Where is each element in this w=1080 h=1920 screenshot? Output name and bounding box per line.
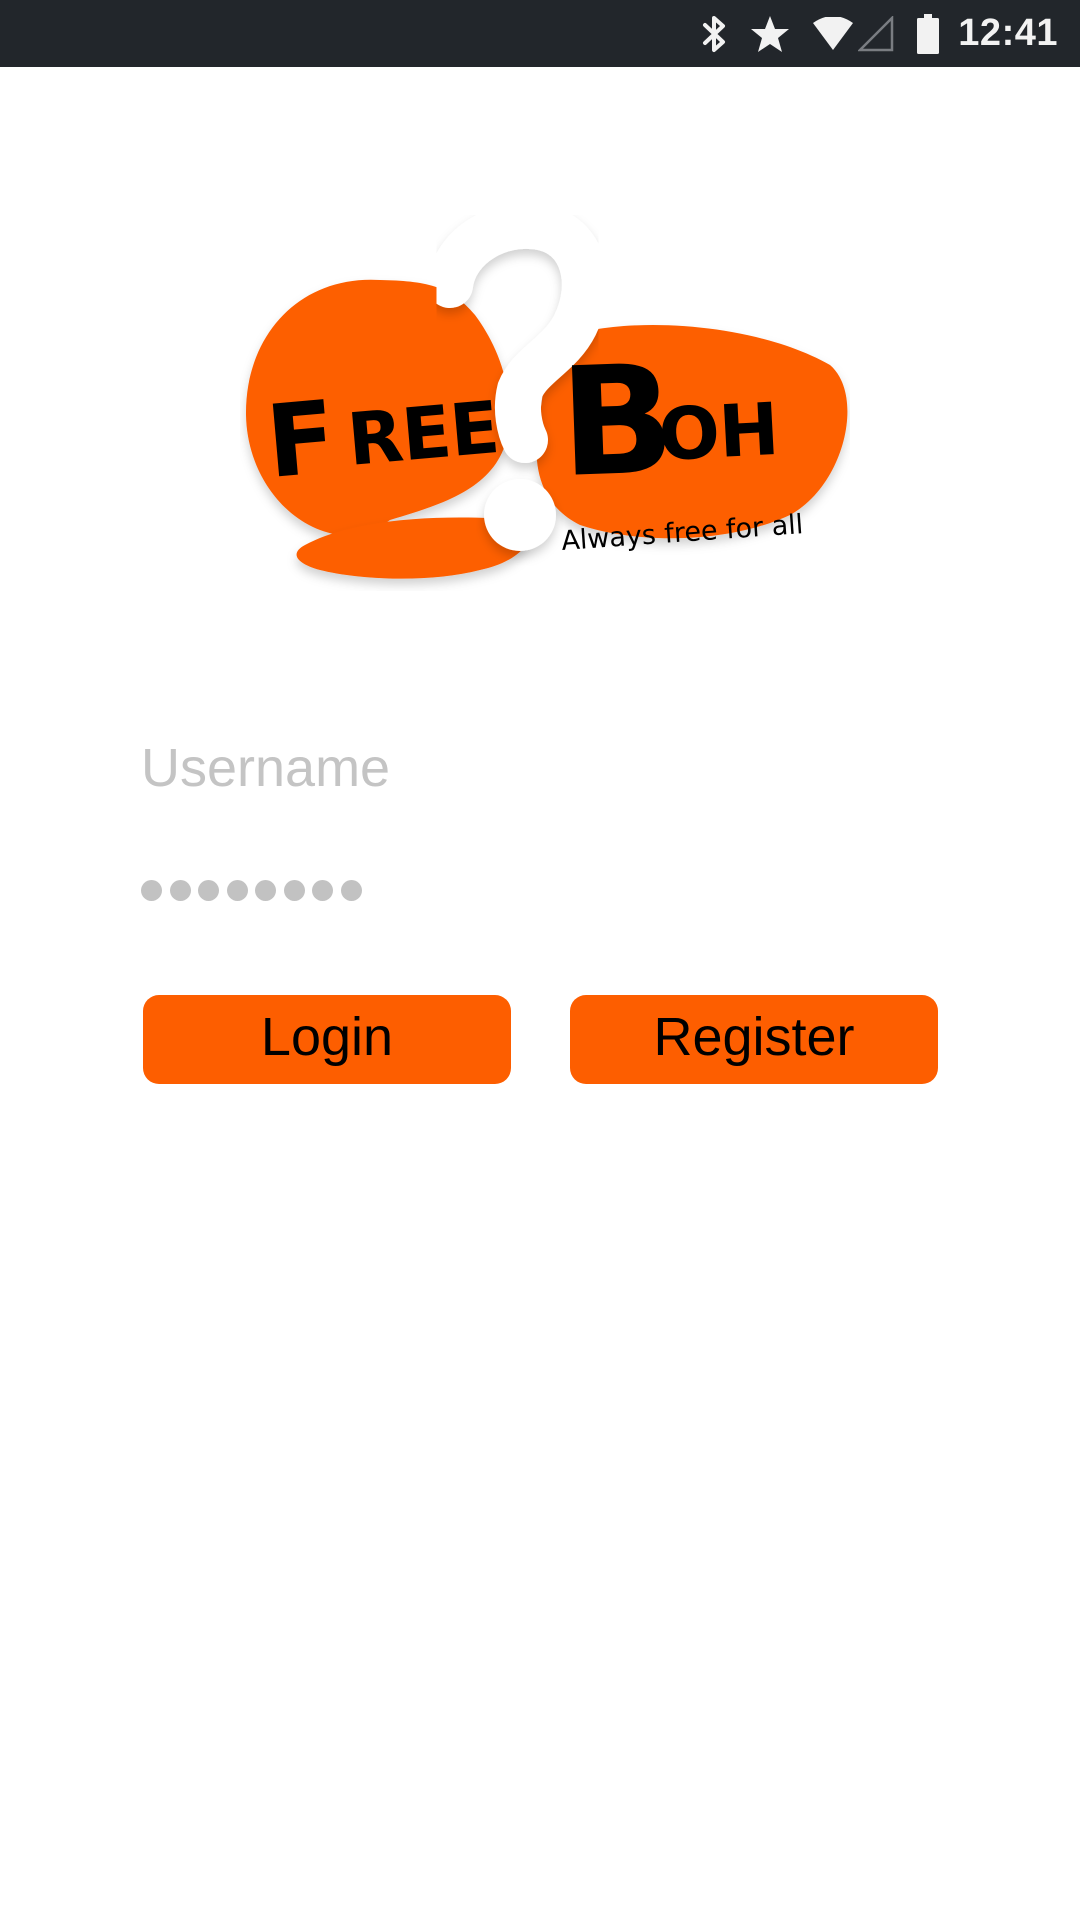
- password-dot: [340, 879, 362, 901]
- password-dot: [141, 879, 162, 901]
- star-icon: [750, 0, 790, 67]
- login-button[interactable]: Login: [143, 995, 511, 1084]
- password-dot: [312, 879, 333, 901]
- status-bar: 12:41: [0, 0, 1080, 67]
- battery-icon: [916, 0, 940, 67]
- svg-text:REE: REE: [344, 385, 502, 482]
- register-button-label: Register: [653, 1006, 855, 1067]
- password-input[interactable]: [141, 860, 941, 920]
- register-button[interactable]: Register: [570, 995, 938, 1084]
- password-dot: [169, 879, 191, 901]
- clock: 12:41: [958, 12, 1058, 54]
- password-dot: [283, 879, 305, 901]
- password-dot: [198, 879, 219, 901]
- cell-signal-icon: [858, 0, 894, 67]
- password-dot: [226, 879, 248, 901]
- password-dot: [255, 879, 276, 901]
- svg-text:OH: OH: [656, 387, 780, 477]
- bluetooth-icon: [702, 0, 728, 67]
- logo-wordmark: F: [262, 379, 338, 501]
- login-button-label: Login: [260, 1006, 394, 1067]
- freeboh-logo: F REE B OH Always free for all: [240, 215, 850, 595]
- wifi-icon: [812, 0, 854, 67]
- login-screen: 12:41 F REE B OH Always free for all Use…: [0, 0, 1080, 1920]
- username-input[interactable]: [141, 725, 941, 810]
